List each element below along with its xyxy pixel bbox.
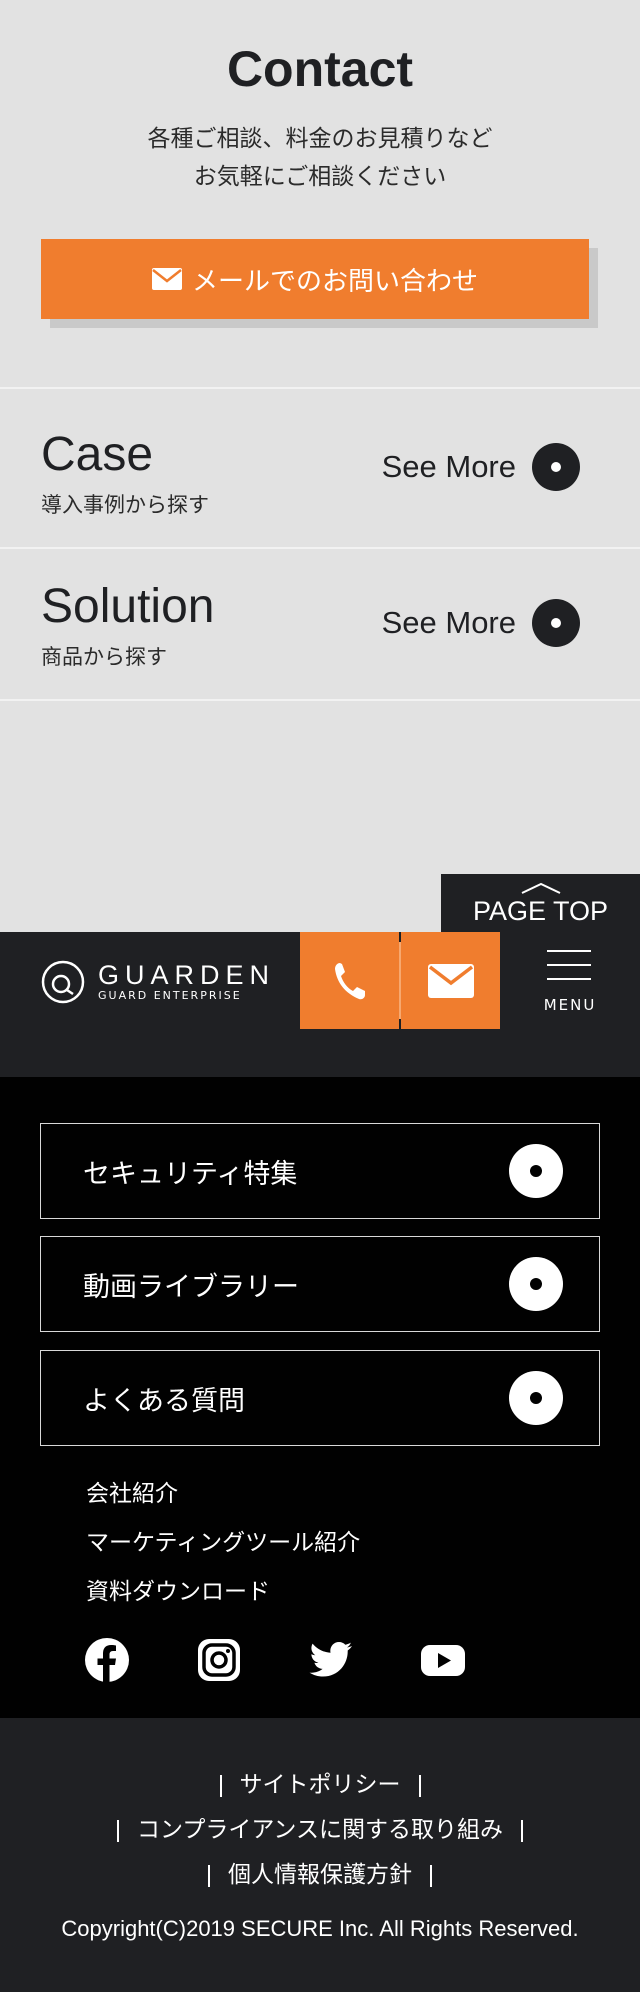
policy-link-site[interactable]: サイトポリシー	[240, 1772, 401, 1798]
footer-box-faq[interactable]: よくある質問	[40, 1350, 600, 1446]
contact-lead-line: 各種ご相談、料金のお見積りなど	[147, 126, 493, 152]
caret-up-icon	[521, 882, 561, 894]
see-more-label: See More	[381, 449, 516, 484]
mail-contact-button[interactable]: メールでのお問い合わせ	[41, 239, 589, 319]
logo[interactable]: GUARDEN GUARD ENTERPRISE	[40, 959, 275, 1005]
envelope-icon	[151, 268, 182, 290]
footer-box-label: よくある質問	[83, 1386, 245, 1417]
phone-button[interactable]	[300, 932, 399, 1029]
hamburger-line	[547, 950, 591, 952]
divider	[0, 699, 640, 701]
page-top-label: PAGE TOP	[472, 896, 609, 926]
footer-box-security[interactable]: セキュリティ特集	[40, 1123, 600, 1219]
circle-dot-icon	[532, 599, 580, 647]
contact-title: Contact	[226, 41, 414, 97]
circle-dot-icon	[509, 1144, 563, 1198]
hamburger-line	[547, 964, 591, 966]
solution-subtitle: 商品から探す	[41, 645, 167, 669]
menu-label: MENU	[543, 996, 597, 1014]
hamburger-line	[547, 978, 591, 980]
footer-box-video[interactable]: 動画ライブラリー	[40, 1236, 600, 1332]
separator-bar	[208, 1864, 210, 1887]
separator-bar	[117, 1819, 120, 1842]
footer-link-company[interactable]: 会社紹介	[86, 1474, 178, 1508]
logo-tagline: GUARD ENTERPRISE	[98, 989, 242, 1002]
footer-box-label: 動画ライブラリー	[83, 1272, 299, 1303]
phone-icon	[334, 962, 365, 999]
contact-section: Contact 各種ご相談、料金のお見積りなど お気軽にご相談ください メールで…	[0, 0, 640, 388]
footer-link-download[interactable]: 資料ダウンロード	[86, 1572, 270, 1606]
separator-bar	[520, 1819, 523, 1842]
case-subtitle: 導入事例から探す	[41, 493, 209, 517]
footer-box-label: セキュリティ特集	[83, 1159, 298, 1190]
case-see-more[interactable]: See More	[382, 443, 580, 491]
circle-dot-icon	[532, 443, 580, 491]
circle-dot-icon	[509, 1257, 563, 1311]
case-link[interactable]: Case 導入事例から探す See More	[0, 389, 640, 547]
policy-link-compliance[interactable]: コンプライアンスに関する取り組み	[137, 1817, 503, 1843]
menu-button[interactable]: MENU	[500, 932, 640, 1029]
case-title: Case	[41, 428, 154, 481]
policy-row: コンプライアンスに関する取り組み	[0, 1810, 640, 1844]
instagram-icon[interactable]	[196, 1637, 242, 1683]
policy-row: 個人情報保護方針	[0, 1855, 640, 1889]
footer-link-marketing-tools[interactable]: マーケティングツール紹介	[86, 1523, 360, 1557]
mail-button[interactable]	[401, 932, 500, 1029]
youtube-icon[interactable]	[420, 1637, 466, 1683]
separator-bar	[219, 1774, 222, 1797]
solution-link[interactable]: Solution 商品から探す See More	[0, 549, 640, 699]
contact-lead-line: お気軽にご相談ください	[193, 164, 447, 190]
twitter-icon[interactable]	[308, 1637, 354, 1683]
guarden-logo-icon	[41, 960, 85, 1004]
contact-lead: 各種ご相談、料金のお見積りなど お気軽にご相談ください	[0, 120, 640, 196]
logo-text: GUARDEN GUARD ENTERPRISE	[98, 961, 275, 1003]
mail-contact-button-label: メールでのお問い合わせ	[191, 266, 478, 297]
logo-name: GUARDEN	[98, 960, 276, 990]
page-top-button[interactable]: PAGE TOP	[441, 874, 640, 932]
see-more-label: See More	[381, 605, 516, 640]
separator-bar	[418, 1774, 421, 1797]
circle-dot-icon	[509, 1371, 563, 1425]
copyright: Copyright(C)2019 SECURE Inc. All Rights …	[61, 1916, 579, 1941]
footer-spacer	[0, 1029, 640, 1077]
solution-title: Solution	[41, 580, 215, 633]
envelope-icon	[427, 963, 474, 998]
separator-bar	[430, 1864, 432, 1887]
solution-see-more[interactable]: See More	[382, 599, 580, 647]
facebook-icon[interactable]	[84, 1637, 130, 1683]
policy-row: サイトポリシー	[0, 1765, 640, 1799]
policy-link-privacy[interactable]: 個人情報保護方針	[228, 1862, 412, 1888]
header-bar: GUARDEN GUARD ENTERPRISE MENU	[0, 932, 640, 1029]
